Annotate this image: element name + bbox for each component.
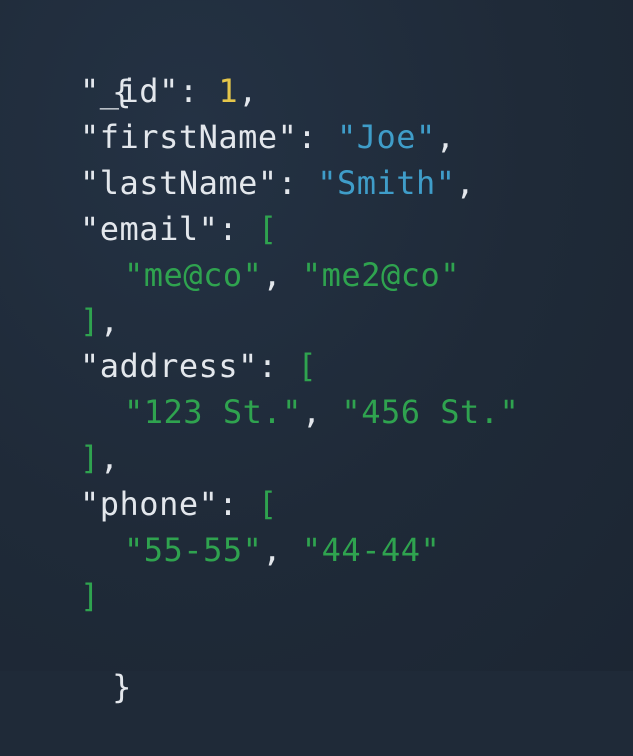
email-value-2: "me2@co" (301, 256, 461, 294)
code-line-first-name: "firstName": "Joe", (80, 114, 456, 160)
email-key: "email" (80, 210, 219, 248)
code-line-id: "_id": 1, (80, 68, 258, 114)
address-separator: , (301, 393, 342, 431)
code-line-address-values: "123 St.", "456 St." (124, 389, 519, 435)
code-line-address: "address": [ (80, 343, 317, 389)
code-line-address-close: ], (80, 435, 120, 481)
address-value-2: "456 St." (341, 393, 520, 431)
first-name-comma: , (435, 118, 456, 156)
email-value-1: "me@co" (124, 256, 263, 294)
phone-colon: : (218, 485, 258, 523)
address-close-bracket: ] (80, 439, 100, 477)
first-name-colon: : (297, 118, 337, 156)
id-key: "_id" (80, 72, 179, 110)
last-name-colon: : (277, 164, 318, 202)
phone-value-2: "44-44" (301, 531, 441, 569)
last-name-comma: , (455, 164, 476, 202)
close-brace: } (112, 668, 132, 706)
email-colon: : (218, 210, 258, 248)
id-value: 1 (218, 72, 239, 110)
code-line-phone-values: "55-55", "44-44" (124, 527, 440, 573)
email-close-bracket: ] (80, 302, 100, 340)
code-line-close-brace: } (33, 618, 132, 706)
code-line-phone: "phone": [ (80, 481, 278, 527)
phone-separator: , (262, 531, 302, 569)
email-close-comma: , (99, 302, 120, 340)
code-line-email-values: "me@co", "me2@co" (124, 252, 460, 298)
last-name-value: "Smith" (317, 164, 456, 202)
code-line-email-close: ], (80, 298, 120, 344)
email-open-bracket: [ (257, 210, 278, 248)
code-line-open-brace: { (33, 23, 132, 111)
first-name-value: "Joe" (336, 118, 436, 156)
phone-close-bracket: ] (80, 577, 100, 615)
address-value-1: "123 St." (124, 393, 302, 431)
address-close-comma: , (99, 439, 120, 477)
email-separator: , (262, 256, 302, 294)
json-code-block: { "_id": 1, "firstName": "Joe", "lastNam… (0, 0, 633, 706)
code-line-last-name: "lastName": "Smith", (80, 160, 475, 206)
address-open-bracket: [ (297, 347, 318, 385)
id-comma: , (238, 72, 258, 110)
code-line-email: "email": [ (80, 206, 278, 252)
phone-key: "phone" (80, 485, 219, 523)
first-name-key: "firstName" (80, 118, 298, 156)
address-key: "address" (80, 347, 258, 385)
id-colon: : (178, 72, 219, 110)
phone-value-1: "55-55" (124, 531, 263, 569)
phone-open-bracket: [ (257, 485, 278, 523)
last-name-key: "lastName" (80, 164, 278, 202)
code-line-phone-close: ] (80, 573, 100, 619)
address-colon: : (257, 347, 298, 385)
